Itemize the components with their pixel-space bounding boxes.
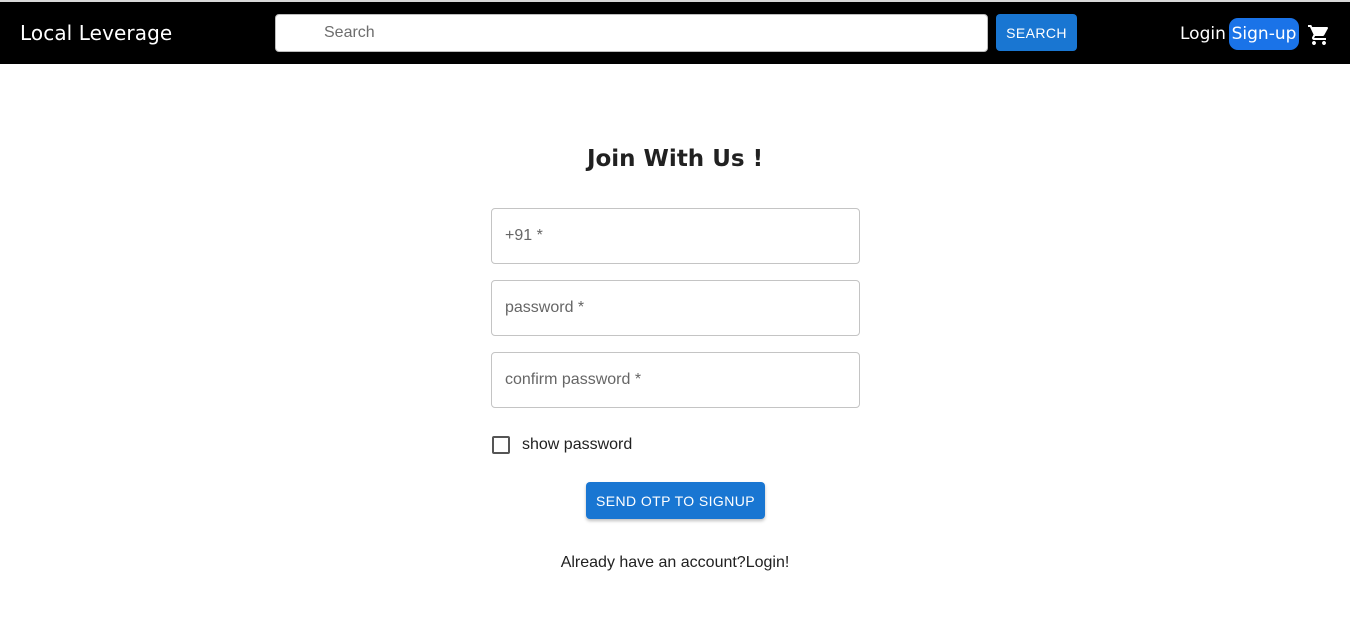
show-password-label: show password [522, 436, 633, 453]
signup-button[interactable]: Sign-up [1229, 18, 1299, 50]
send-otp-button[interactable]: SEND OTP TO SIGNUP [586, 482, 765, 519]
page-title: Join With Us ! [586, 146, 764, 172]
already-have-account-text: Already have an account?Login! [0, 554, 1350, 572]
confirm-password-input[interactable] [491, 352, 860, 408]
top-navbar: Local Leverage SEARCH Login Sign-up [0, 0, 1350, 64]
login-link[interactable]: Login [1180, 24, 1226, 44]
show-password-checkbox[interactable] [492, 436, 510, 454]
search-button[interactable]: SEARCH [996, 14, 1077, 51]
phone-input[interactable] [491, 208, 860, 264]
login-inline-link[interactable]: Login! [746, 554, 790, 571]
search-input[interactable] [275, 14, 988, 52]
brand-logo-text[interactable]: Local Leverage [20, 21, 172, 45]
show-password-checkbox-row[interactable]: show password [491, 434, 632, 456]
already-text: Already have an account? [560, 554, 746, 571]
password-input[interactable] [491, 280, 860, 336]
shopping-cart-icon[interactable] [1307, 23, 1331, 47]
